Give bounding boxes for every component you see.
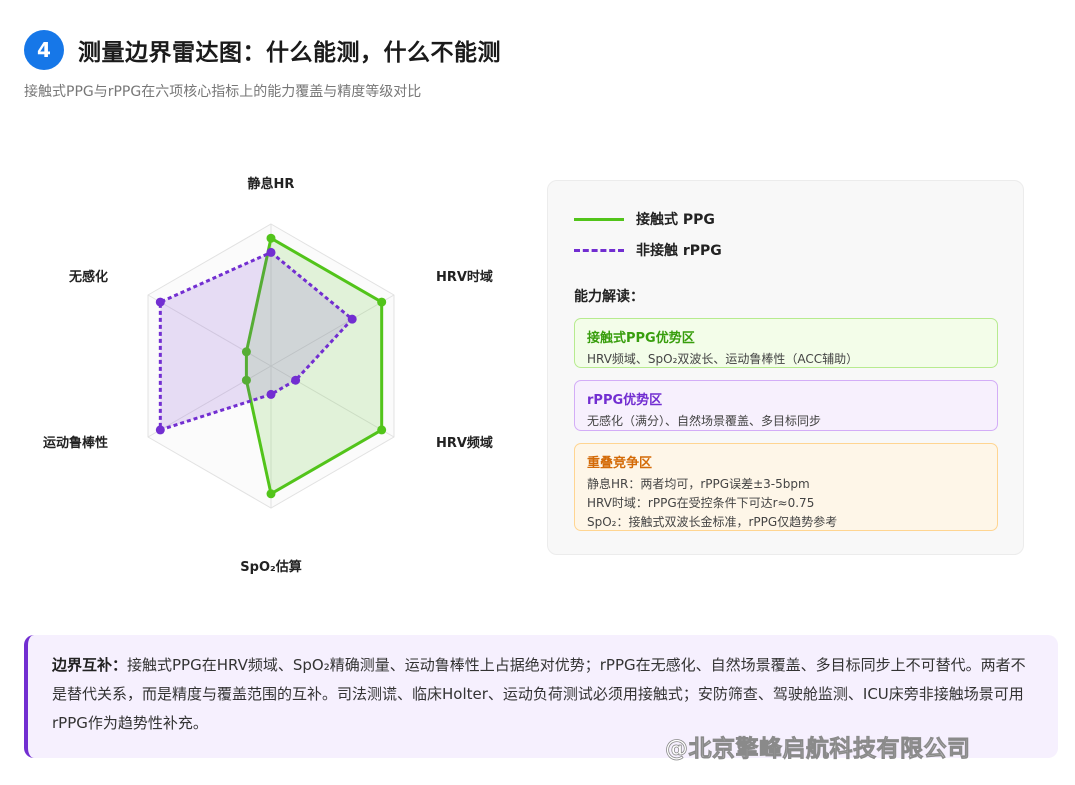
dashed-line-icon	[574, 248, 624, 252]
radar-point-1-5	[155, 297, 165, 307]
page-title: 测量边界雷达图：什么能测，什么不能测	[78, 40, 501, 66]
radar-point-0-0	[266, 233, 276, 243]
legend-label-ppg: 接触式 PPG	[636, 212, 715, 228]
zone-ppg-advantage: 接触式PPG优势区 HRV频域、SpO₂双波长、运动鲁棒性（ACC辅助）	[574, 318, 998, 368]
solid-line-icon	[574, 217, 624, 221]
radar-axis-label: HRV频域	[436, 435, 493, 451]
radar-axis-label: 静息HR	[248, 176, 295, 192]
note-lead: 边界互补：	[52, 656, 128, 674]
radar-point-0-3	[266, 489, 276, 499]
radar-point-1-2	[291, 375, 301, 385]
zone-title: rPPG优势区	[587, 393, 663, 408]
legend-item-ppg: 接触式 PPG	[574, 209, 715, 229]
zone-desc: 无感化（满分）、自然场景覆盖、多目标同步	[587, 414, 822, 428]
radar-point-0-2	[377, 425, 387, 435]
watermark: @北京擎峰启航科技有限公司	[665, 736, 971, 763]
radar-point-1-4	[155, 425, 165, 435]
legend-panel: 接触式 PPG 非接触 rPPG 能力解读： 接触式PPG优势区 HRV频域、S…	[547, 180, 1024, 555]
zone-desc: HRV频域、SpO₂双波长、运动鲁棒性（ACC辅助）	[587, 352, 859, 366]
radar-point-0-1	[377, 297, 387, 307]
note-text: 接触式PPG在HRV频域、SpO₂精确测量、运动鲁棒性上占据绝对优势；rPPG在…	[52, 656, 1026, 732]
section-header: 4 测量边界雷达图：什么能测，什么不能测	[24, 30, 501, 70]
zone-title: 重叠竞争区	[587, 456, 653, 471]
interpretation-title: 能力解读：	[574, 289, 644, 305]
zone-title: 接触式PPG优势区	[587, 331, 695, 346]
radar-point-1-0	[266, 247, 276, 257]
legend-label-rppg: 非接触 rPPG	[636, 243, 722, 259]
radar-point-1-3	[266, 389, 276, 399]
radar-axis-label: 无感化	[68, 269, 108, 285]
radar-chart: 静息HR HRV时域 HRV频域 SpO₂估算 运动鲁棒性 无感化	[40, 170, 510, 575]
zone-overlap: 重叠竞争区 静息HR：两者均可，rPPG误差±3-5bpm HRV时域：rPPG…	[574, 443, 998, 531]
zone-desc: 静息HR：两者均可，rPPG误差±3-5bpm	[587, 477, 810, 491]
zone-desc: HRV时域：rPPG在受控条件下可达r≈0.75	[587, 496, 815, 510]
radar-axis-label: SpO₂估算	[240, 559, 301, 575]
zone-desc: SpO₂：接触式双波长金标准，rPPG仅趋势参考	[587, 515, 838, 529]
section-number-badge: 4	[24, 30, 64, 70]
radar-svg: 静息HR HRV时域 HRV频域 SpO₂估算 运动鲁棒性 无感化	[43, 176, 493, 575]
legend-item-rppg: 非接触 rPPG	[574, 240, 722, 260]
radar-axis-label: HRV时域	[436, 269, 493, 285]
page-subtitle: 接触式PPG与rPPG在六项核心指标上的能力覆盖与精度等级对比	[24, 84, 422, 100]
zone-rppg-advantage: rPPG优势区 无感化（满分）、自然场景覆盖、多目标同步	[574, 380, 998, 431]
radar-axis-label: 运动鲁棒性	[43, 435, 108, 451]
radar-point-1-1	[347, 314, 357, 324]
